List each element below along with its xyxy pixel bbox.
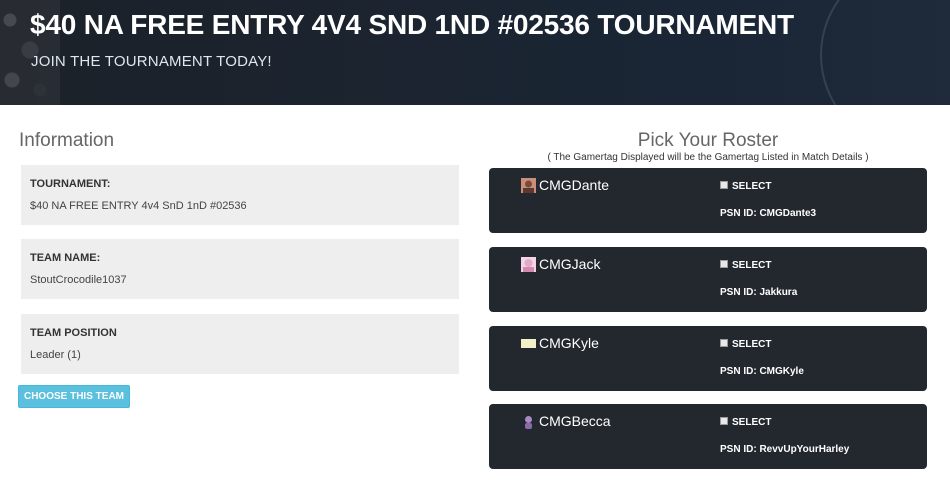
player-gamertag: CMGDante [539, 177, 610, 193]
player-avatar-icon [521, 178, 536, 193]
player-psn-id: PSN ID: Jakkura [720, 287, 798, 298]
tournament-value: $40 NA FREE ENTRY 4v4 SnD 1nD #02536 [30, 200, 247, 212]
player-avatar-icon [525, 416, 532, 429]
player-gamertag: CMGJack [539, 256, 601, 272]
select-label: SELECT [732, 181, 772, 192]
player-avatar-icon [521, 257, 536, 272]
select-label: SELECT [732, 339, 772, 350]
player-card-cmgkyle: CMGKyle SELECT PSN ID: CMGKyle [489, 326, 927, 391]
tournament-title: $40 NA FREE ENTRY 4V4 SND 1ND #02536 TOU… [30, 9, 794, 40]
player-psn-id: PSN ID: CMGDante3 [720, 208, 817, 219]
player-card-cmgbecca: CMGBecca SELECT PSN ID: RevvUpYourHarley [489, 404, 927, 469]
team-position-label: TEAM POSITION [30, 327, 117, 339]
player-card-cmgjack: CMGJack SELECT PSN ID: Jakkura [489, 247, 927, 312]
team-name-info-box: TEAM NAME: StoutCrocodile1037 [21, 239, 459, 299]
select-label: SELECT [732, 417, 772, 428]
team-position-info-box: TEAM POSITION Leader (1) [21, 314, 459, 374]
team-position-value: Leader (1) [30, 349, 81, 361]
player-gamertag: CMGKyle [539, 335, 599, 351]
select-checkbox[interactable] [720, 181, 728, 189]
tournament-header: $40 NA FREE ENTRY 4V4 SND 1ND #02536 TOU… [0, 0, 950, 105]
player-card-cmgdante: CMGDante SELECT PSN ID: CMGDante3 [489, 168, 927, 233]
team-name-value: StoutCrocodile1037 [30, 274, 127, 286]
choose-this-team-button[interactable]: CHOOSE THIS TEAM [18, 385, 130, 408]
roster-heading: Pick Your Roster [637, 130, 779, 151]
roster-note: ( The Gamertag Displayed will be the Gam… [547, 152, 869, 163]
player-avatar-icon [521, 339, 536, 348]
select-checkbox[interactable] [720, 339, 728, 347]
player-psn-id: PSN ID: RevvUpYourHarley [720, 444, 850, 455]
team-name-label: TEAM NAME: [30, 252, 101, 264]
select-checkbox[interactable] [720, 260, 728, 268]
tournament-info-box: TOURNAMENT: $40 NA FREE ENTRY 4v4 SnD 1n… [21, 165, 459, 225]
player-gamertag: CMGBecca [539, 413, 611, 429]
select-checkbox[interactable] [720, 417, 728, 425]
information-heading: Information [19, 130, 115, 151]
header-decoration [820, 0, 950, 105]
select-label: SELECT [732, 260, 772, 271]
player-psn-id: PSN ID: CMGKyle [720, 366, 804, 377]
tournament-label: TOURNAMENT: [30, 178, 111, 190]
tournament-subtitle: JOIN THE TOURNAMENT TODAY! [31, 53, 272, 70]
